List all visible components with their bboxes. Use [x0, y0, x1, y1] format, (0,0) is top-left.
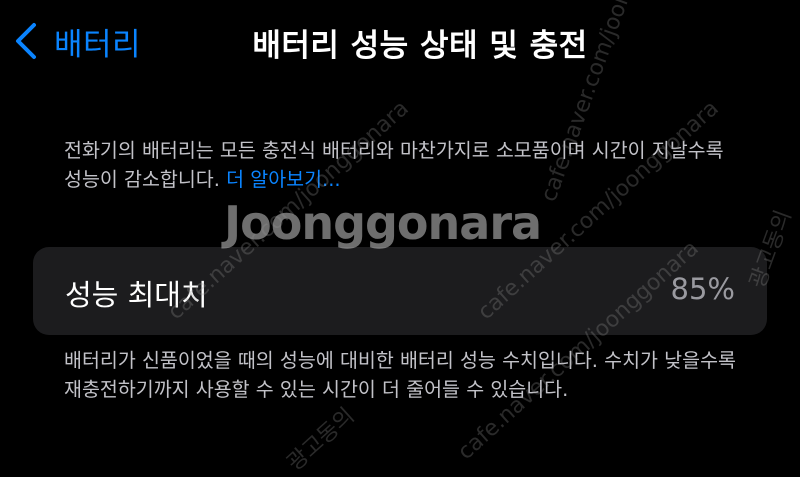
- maximum-capacity-value: 85%: [670, 272, 735, 306]
- capacity-description: 배터리가 신품이었을 때의 성능에 대비한 배터리 성능 수치입니다. 수치가 …: [64, 349, 736, 401]
- maximum-capacity-row: 성능 최대치 85%: [33, 247, 767, 335]
- back-button[interactable]: 배터리: [14, 18, 141, 64]
- watermark-logo: Joonggonara: [224, 196, 542, 250]
- learn-more-link[interactable]: 더 알아보기...: [226, 168, 341, 191]
- page-title: 배터리 성능 상태 및 충전: [252, 28, 588, 64]
- navigation-bar: 배터리 배터리 성능 상태 및 충전: [0, 0, 800, 84]
- battery-info-text: 전화기의 배터리는 모든 충전식 배터리와 마찬가지로 소모품이며 시간이 지날…: [64, 139, 724, 191]
- chevron-left-icon: [14, 18, 44, 64]
- maximum-capacity-label: 성능 최대치: [65, 278, 208, 312]
- watermark-ad-text: 광고동의: [282, 403, 360, 477]
- back-button-label: 배터리: [54, 26, 142, 63]
- battery-info-description: 전화기의 배터리는 모든 충전식 배터리와 마찬가지로 소모품이며 시간이 지날…: [64, 136, 744, 194]
